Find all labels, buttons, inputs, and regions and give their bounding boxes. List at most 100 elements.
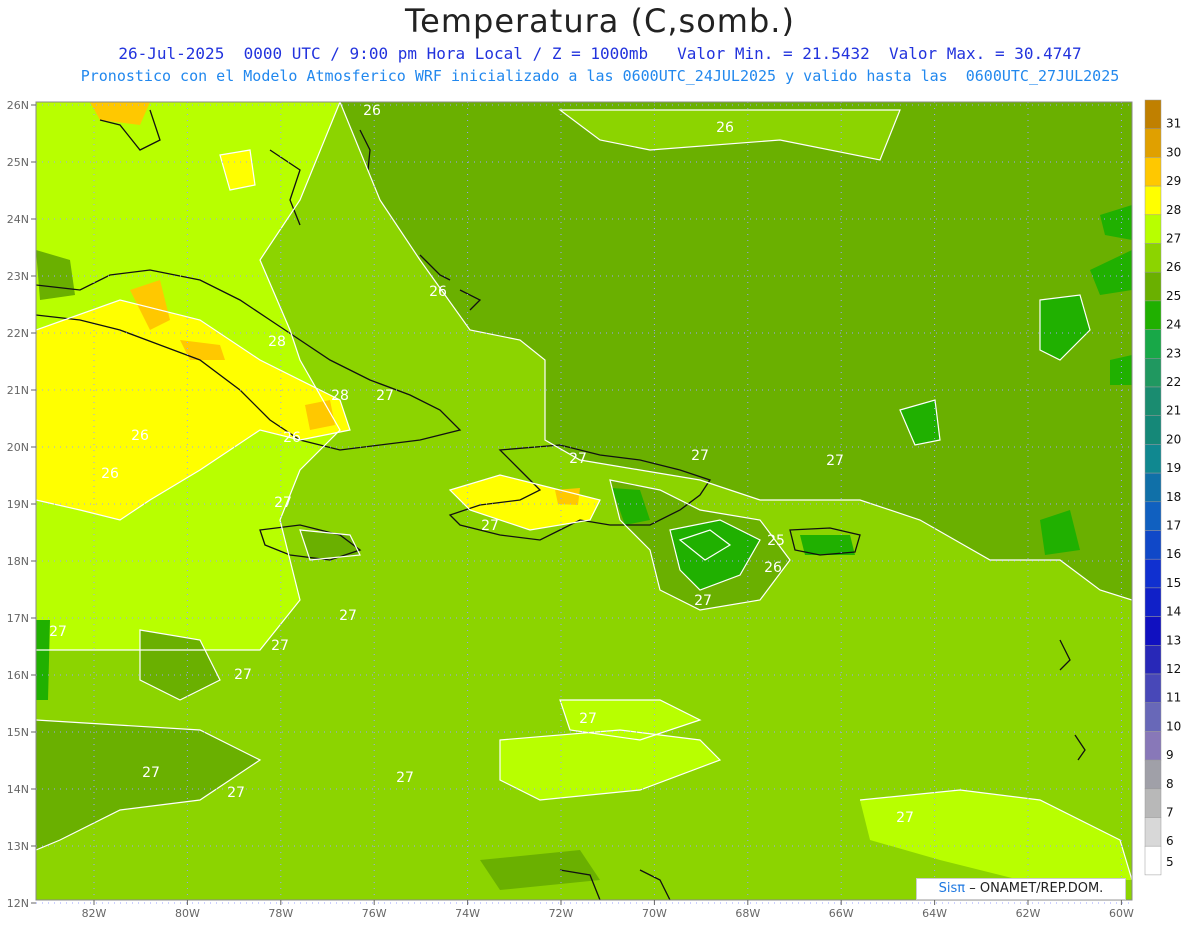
colorbar-swatch — [1144, 645, 1162, 675]
colorbar-label: 5 — [1166, 855, 1174, 869]
colorbar-swatch — [1144, 845, 1162, 876]
colorbar-swatch — [1144, 759, 1162, 790]
colorbar-swatch — [1144, 472, 1162, 503]
contour-label: 27 — [896, 810, 914, 826]
colorbar-label: 19 — [1166, 461, 1181, 475]
colorbar-label: 12 — [1166, 662, 1181, 676]
contour-label: 26 — [716, 120, 734, 136]
contour-label: 27 — [694, 593, 712, 609]
contour-label: 26 — [764, 560, 782, 576]
colorbar-label: 28 — [1166, 203, 1181, 217]
colorbar-swatch — [1144, 185, 1162, 216]
contour-label: 27 — [339, 608, 357, 624]
colorbar-label: 11 — [1166, 691, 1181, 705]
contour-label: 26 — [363, 103, 381, 119]
contour-label: 26 — [429, 284, 447, 300]
latitude-axis: 26N 25N 24N 23N 22N 21N 20N 19N 18N 17N 16N 15N 14N 1… — [7, 99, 36, 910]
lat-label: 18N — [7, 555, 29, 568]
lon-label: 68W — [735, 907, 760, 920]
lon-label: 74W — [455, 907, 480, 920]
contour-label: 27 — [569, 451, 587, 467]
colorbar-swatch — [1144, 788, 1162, 818]
colorbar-swatch — [1144, 587, 1162, 617]
lat-label: 23N — [7, 270, 29, 283]
colorbar-swatch — [1144, 358, 1162, 388]
colorbar-label: 23 — [1166, 346, 1181, 360]
colorbar-swatch — [1144, 501, 1162, 531]
lat-label: 24N — [7, 213, 29, 226]
colorbar-swatch — [1144, 329, 1162, 359]
contour-label: 27 — [691, 448, 709, 464]
colorbar-swatch — [1144, 99, 1162, 129]
contour-label: 27 — [274, 495, 292, 511]
colorbar-label: 26 — [1166, 260, 1181, 274]
lat-label: 21N — [7, 384, 29, 397]
longitude-axis: 82W 80W 78W 76W 74W 72W 70W 68W 66W 64W 62W 60W — [82, 900, 1134, 920]
contour-label: 28 — [331, 388, 349, 404]
colorbar-swatch — [1144, 300, 1162, 330]
lon-label: 64W — [922, 907, 947, 920]
lat-label: 19N — [7, 498, 29, 511]
colorbar-swatch — [1144, 128, 1162, 158]
contour-label: 27 — [271, 638, 289, 654]
lat-label: 20N — [7, 441, 29, 454]
colorbar-label: 14 — [1166, 605, 1181, 619]
lon-label: 62W — [1016, 907, 1041, 920]
colorbar-swatch — [1144, 558, 1162, 589]
colorbar-label: 17 — [1166, 519, 1181, 533]
colorbar-label: 15 — [1166, 576, 1181, 590]
colorbar-swatch — [1144, 214, 1162, 244]
lat-label: 26N — [7, 99, 29, 112]
contour-label: 26 — [101, 466, 119, 482]
colorbar-label: 25 — [1166, 289, 1181, 303]
temperature-map: 26 26 26 27 27 27 28 28 27 26 26 26 25 26 27 27 27 27 27 27… — [7, 99, 1182, 920]
lat-label: 12N — [7, 897, 29, 910]
colorbar-label: 9 — [1166, 748, 1174, 762]
colorbar — [1144, 99, 1162, 876]
temperature-field — [36, 102, 1132, 900]
colorbar-labels: 31 30 29 28 27 26 25 24 23 22 21 20 19 18 17 16 15 14 13 12… — [1166, 117, 1181, 869]
colorbar-label: 8 — [1166, 777, 1174, 791]
colorbar-label: 24 — [1166, 318, 1181, 332]
colorbar-swatch — [1144, 731, 1162, 761]
contour-label: 27 — [234, 667, 252, 683]
colorbar-swatch — [1144, 415, 1162, 445]
colorbar-swatch — [1144, 702, 1162, 732]
contour-label: 27 — [227, 785, 245, 801]
colorbar-swatch — [1144, 243, 1162, 273]
colorbar-label: 10 — [1166, 719, 1181, 733]
colorbar-label: 20 — [1166, 432, 1181, 446]
lon-label: 80W — [175, 907, 200, 920]
colorbar-label: 18 — [1166, 490, 1181, 504]
contour-label: 27 — [579, 711, 597, 727]
colorbar-label: 16 — [1166, 547, 1181, 561]
contour-label: 27 — [376, 388, 394, 404]
credit-org: – ONAMET/REP.DOM. — [969, 881, 1104, 896]
lon-label: 70W — [642, 907, 667, 920]
contour-label: 25 — [767, 533, 785, 549]
colorbar-label: 6 — [1166, 834, 1174, 848]
colorbar-label: 29 — [1166, 174, 1181, 188]
colorbar-swatch — [1144, 530, 1162, 560]
colorbar-swatch — [1144, 157, 1162, 187]
colorbar-swatch — [1144, 673, 1162, 703]
colorbar-swatch — [1144, 817, 1162, 847]
colorbar-label: 21 — [1166, 404, 1181, 418]
lat-label: 13N — [7, 840, 29, 853]
colorbar-swatch — [1144, 444, 1162, 474]
colorbar-swatch — [1144, 616, 1162, 646]
contour-label: 27 — [142, 765, 160, 781]
contour-label: 26 — [283, 430, 301, 446]
colorbar-label: 7 — [1166, 806, 1174, 820]
contour-label: 27 — [49, 624, 67, 640]
contour-label: 27 — [481, 518, 499, 534]
lat-label: 15N — [7, 726, 29, 739]
lat-label: 17N — [7, 612, 29, 625]
lat-label: 25N — [7, 156, 29, 169]
sis-logo-text: Sisπ — [938, 881, 966, 896]
colorbar-label: 13 — [1166, 633, 1181, 647]
contour-label: 28 — [268, 334, 286, 350]
colorbar-swatch — [1144, 271, 1162, 302]
colorbar-swatch — [1144, 386, 1162, 416]
lon-label: 60W — [1109, 907, 1134, 920]
